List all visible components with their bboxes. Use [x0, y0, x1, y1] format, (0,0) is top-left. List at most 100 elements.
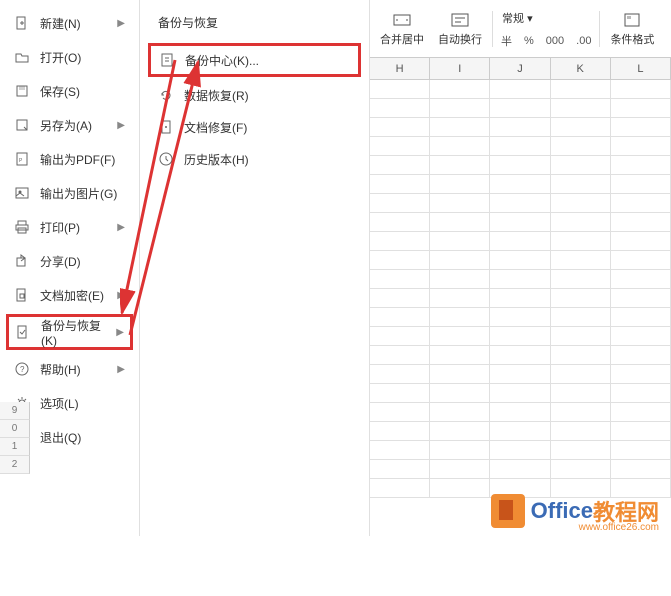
cell[interactable] — [490, 194, 550, 212]
menu-save-as[interactable]: 另存为(A) ▶ — [0, 108, 139, 142]
cell[interactable] — [611, 194, 671, 212]
col-header[interactable]: K — [551, 58, 611, 79]
cell[interactable] — [551, 175, 611, 193]
cell[interactable] — [430, 403, 490, 421]
cell[interactable] — [611, 270, 671, 288]
spreadsheet-grid[interactable]: H I J K L — [370, 58, 671, 536]
cell[interactable] — [490, 156, 550, 174]
cell[interactable] — [490, 441, 550, 459]
menu-backup-restore[interactable]: 备份与恢复(K) ▶ — [6, 314, 133, 350]
cell[interactable] — [490, 251, 550, 269]
cell[interactable] — [370, 99, 430, 117]
merge-center-button[interactable]: 合并居中 — [374, 5, 430, 53]
cell[interactable] — [490, 308, 550, 326]
cell[interactable] — [430, 346, 490, 364]
cell[interactable] — [551, 232, 611, 250]
col-header[interactable]: L — [611, 58, 671, 79]
cell[interactable] — [370, 289, 430, 307]
col-header[interactable]: I — [430, 58, 490, 79]
cell[interactable] — [430, 460, 490, 478]
menu-help[interactable]: ? 帮助(H) ▶ — [0, 352, 139, 386]
col-header[interactable]: J — [490, 58, 550, 79]
cell[interactable] — [611, 403, 671, 421]
menu-export-image[interactable]: 输出为图片(G) — [0, 176, 139, 210]
cell[interactable] — [370, 175, 430, 193]
cell[interactable] — [611, 365, 671, 383]
cell[interactable] — [490, 175, 550, 193]
cell[interactable] — [430, 137, 490, 155]
cell[interactable] — [551, 289, 611, 307]
cell[interactable] — [611, 308, 671, 326]
cell[interactable] — [370, 251, 430, 269]
row-number[interactable]: 1 — [0, 438, 30, 456]
cell[interactable] — [430, 422, 490, 440]
cell[interactable] — [370, 308, 430, 326]
submenu-backup-center[interactable]: 备份中心(K)... — [148, 43, 361, 77]
cell[interactable] — [370, 365, 430, 383]
cell[interactable] — [551, 156, 611, 174]
cell[interactable] — [370, 327, 430, 345]
percent-button[interactable]: % — [520, 33, 538, 49]
cell[interactable] — [370, 118, 430, 136]
cell[interactable] — [611, 460, 671, 478]
cell[interactable] — [551, 80, 611, 98]
cell[interactable] — [370, 460, 430, 478]
cell[interactable] — [490, 384, 550, 402]
cell[interactable] — [430, 213, 490, 231]
cell[interactable] — [551, 118, 611, 136]
cell[interactable] — [551, 327, 611, 345]
wrap-text-button[interactable]: 自动换行 — [432, 5, 488, 53]
cell[interactable] — [551, 384, 611, 402]
cell[interactable] — [430, 194, 490, 212]
col-header[interactable]: H — [370, 58, 430, 79]
menu-new[interactable]: 新建(N) ▶ — [0, 6, 139, 40]
menu-share[interactable]: 分享(D) — [0, 244, 139, 278]
cell[interactable] — [611, 137, 671, 155]
cell[interactable] — [490, 365, 550, 383]
number-format-dropdown[interactable]: 常规 ▾ — [497, 7, 595, 29]
cell[interactable] — [611, 213, 671, 231]
cell[interactable] — [490, 270, 550, 288]
submenu-data-recover[interactable]: 数据恢复(R) — [140, 79, 369, 111]
cell[interactable] — [370, 156, 430, 174]
cell[interactable] — [490, 213, 550, 231]
cell[interactable] — [430, 251, 490, 269]
cell[interactable] — [611, 232, 671, 250]
cell[interactable] — [430, 156, 490, 174]
cell[interactable] — [430, 479, 490, 497]
cell[interactable] — [551, 422, 611, 440]
cell[interactable] — [490, 99, 550, 117]
row-number[interactable]: 2 — [0, 456, 30, 474]
cell[interactable] — [551, 441, 611, 459]
row-number[interactable]: 9 — [0, 402, 30, 420]
cell[interactable] — [430, 175, 490, 193]
cell[interactable] — [430, 384, 490, 402]
row-number[interactable]: 0 — [0, 420, 30, 438]
cell[interactable] — [611, 441, 671, 459]
cell[interactable] — [430, 80, 490, 98]
cell[interactable] — [551, 460, 611, 478]
cell[interactable] — [430, 308, 490, 326]
cell[interactable] — [551, 270, 611, 288]
cell[interactable] — [430, 441, 490, 459]
cell[interactable] — [370, 441, 430, 459]
cell[interactable] — [490, 346, 550, 364]
cell[interactable] — [370, 403, 430, 421]
cell[interactable] — [611, 175, 671, 193]
currency-button[interactable]: 半 — [497, 31, 516, 51]
cell[interactable] — [370, 213, 430, 231]
cell[interactable] — [611, 422, 671, 440]
cell[interactable] — [490, 80, 550, 98]
cell[interactable] — [370, 479, 430, 497]
cell[interactable] — [490, 460, 550, 478]
cell[interactable] — [611, 251, 671, 269]
cell[interactable] — [370, 232, 430, 250]
cell[interactable] — [370, 137, 430, 155]
increase-decimal-button[interactable]: 000 — [542, 33, 568, 49]
cell[interactable] — [551, 346, 611, 364]
cell[interactable] — [430, 118, 490, 136]
cell[interactable] — [370, 384, 430, 402]
cell[interactable] — [370, 422, 430, 440]
cell[interactable] — [490, 327, 550, 345]
cell[interactable] — [430, 270, 490, 288]
